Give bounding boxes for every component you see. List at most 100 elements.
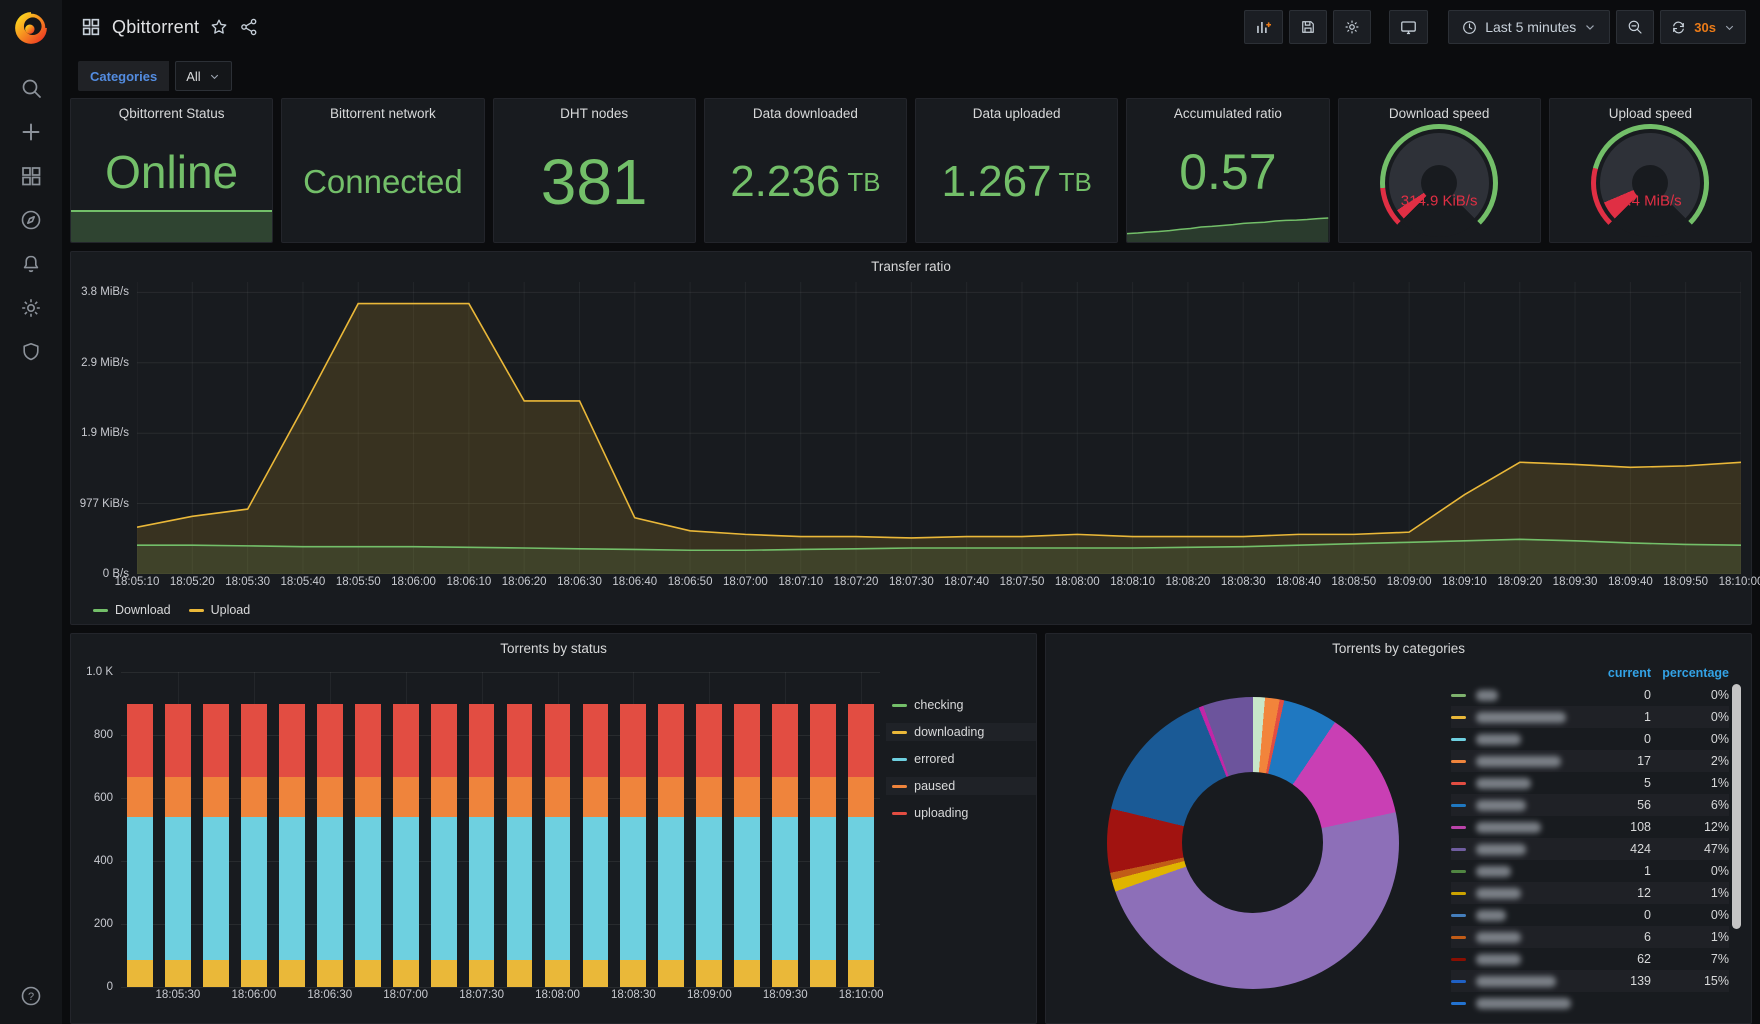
bar-segment-downloading (354, 960, 381, 987)
bar-segment-paused (848, 776, 874, 817)
category-row[interactable]: 1 0% (1451, 860, 1729, 882)
bar-segment-errored (430, 816, 457, 961)
categories-variable-label[interactable]: Categories (78, 61, 170, 91)
save-dashboard-button[interactable] (1289, 10, 1328, 44)
uploaded-unit: TB (1058, 166, 1092, 197)
chevron-down-icon (1725, 25, 1734, 30)
legend-color-dash (188, 608, 204, 612)
dashboard-content: Qbittorrent Status Online Bittorrent net… (62, 98, 1760, 1024)
column-current[interactable]: current (1581, 666, 1651, 680)
panel-title[interactable]: DHT nodes (494, 99, 695, 121)
x-tick-label: 18:07:30 (888, 576, 934, 588)
panel-title[interactable]: Bittorrent network (282, 99, 483, 121)
bar-segment-downloading (165, 960, 191, 987)
y-tick-label: 1.0 K (86, 666, 113, 678)
zoom-out-time-button[interactable] (1616, 10, 1655, 44)
panel-torrents-by-categories: Torrents by categories current percentag… (1045, 633, 1752, 1024)
category-row[interactable]: 108 12% (1451, 816, 1729, 838)
category-row[interactable]: 424 47% (1451, 838, 1729, 860)
search-icon[interactable] (19, 76, 43, 100)
category-label-redacted (1476, 843, 1526, 855)
create-add-icon[interactable] (19, 120, 43, 144)
refresh-interval-label[interactable]: 30s (1694, 20, 1716, 35)
bar-slot (728, 672, 766, 987)
refresh-button[interactable]: 30s (1660, 10, 1746, 44)
sidebar: ? (0, 0, 62, 1024)
legend-color-dash (892, 784, 908, 788)
bar-segment-errored (202, 816, 229, 961)
bar-slot (273, 672, 311, 987)
bar-segment-errored (127, 816, 153, 961)
x-tick-label: 18:07:00 (383, 989, 429, 1001)
legend-label: Upload (210, 603, 251, 617)
legend-item-download[interactable]: Download (93, 603, 171, 617)
x-tick-label: 18:09:00 (1386, 576, 1432, 588)
legend-item-uploading[interactable]: uploading (886, 804, 1036, 822)
time-range-picker[interactable]: Last 5 minutes (1448, 10, 1611, 44)
category-row[interactable]: 12 1% (1451, 882, 1729, 904)
dashboard-settings-button[interactable] (1333, 10, 1372, 44)
panel-title[interactable]: Qbittorrent Status (71, 99, 272, 121)
star-favorite-icon[interactable] (209, 17, 229, 37)
category-row[interactable]: 5 1% (1451, 772, 1729, 794)
bar-segment-errored (506, 816, 533, 961)
category-row[interactable]: 139 15% (1451, 970, 1729, 992)
explore-compass-icon[interactable] (19, 208, 43, 232)
bar-segment-downloading (772, 960, 799, 987)
legend-item-paused[interactable]: paused (886, 777, 1037, 795)
add-panel-button[interactable] (1244, 10, 1284, 44)
help-icon[interactable]: ? (19, 984, 43, 1008)
category-row[interactable]: 62 7% (1451, 948, 1729, 970)
category-percentage-value: 1% (1710, 886, 1729, 900)
panel-title[interactable]: Torrents by status (71, 634, 1036, 656)
bar-segment-downloading (506, 960, 533, 987)
category-row[interactable]: 0 0% (1451, 684, 1729, 706)
panel-title[interactable]: Torrents by categories (1046, 634, 1751, 656)
dashboards-icon[interactable] (19, 164, 43, 188)
legend-item-checking[interactable]: checking (886, 696, 1036, 714)
legend-item-upload[interactable]: Upload (188, 603, 251, 617)
bar-segment-uploading (127, 703, 153, 777)
legend-item-downloading[interactable]: downloading (886, 723, 1037, 741)
dashboard-grid-icon[interactable] (80, 16, 102, 38)
category-row[interactable]: 0 0% (1451, 728, 1729, 750)
category-row[interactable]: 0 0% (1451, 904, 1729, 926)
cycle-view-mode-button[interactable] (1389, 10, 1429, 44)
panel-title[interactable]: Transfer ratio (71, 252, 1751, 274)
category-row[interactable]: 17 2% (1451, 750, 1729, 772)
bar-segment-downloading (544, 960, 571, 987)
bar-segment-downloading (658, 960, 685, 987)
category-row[interactable]: 1 0% (1451, 706, 1729, 728)
legend-item-errored[interactable]: errored (886, 750, 1036, 768)
bar-segment-errored (544, 816, 571, 961)
column-percentage[interactable]: percentage (1651, 666, 1729, 680)
bar-segment-errored (810, 816, 837, 961)
panel-title[interactable]: Data downloaded (705, 99, 906, 121)
configuration-gear-icon[interactable] (19, 296, 43, 320)
share-icon[interactable] (239, 17, 259, 37)
bar-segment-downloading (202, 960, 229, 987)
panel-title[interactable]: Download speed (1339, 99, 1540, 121)
category-row[interactable]: 6 1% (1451, 926, 1729, 948)
x-tick-label: 18:09:10 (1442, 576, 1487, 588)
bar-segment-uploading (734, 703, 761, 777)
category-percentage-value: 0% (1710, 732, 1729, 746)
category-row[interactable] (1451, 992, 1729, 1014)
panel-title[interactable]: Upload speed (1550, 99, 1751, 121)
bar-segment-downloading (392, 960, 419, 987)
bar-slot (766, 672, 804, 987)
y-tick-label: 200 (93, 918, 113, 930)
panel-title[interactable]: Accumulated ratio (1127, 99, 1328, 121)
scrollbar-thumb[interactable] (1732, 684, 1741, 930)
bar-segment-downloading (696, 960, 723, 987)
category-current-value: 0 (1644, 908, 1651, 922)
server-admin-shield-icon[interactable] (19, 340, 43, 364)
grafana-logo-icon[interactable] (11, 8, 51, 48)
categories-variable-value[interactable]: All (175, 61, 232, 91)
bar-segment-errored (354, 816, 381, 961)
category-row[interactable]: 56 6% (1451, 794, 1729, 816)
panel-title[interactable]: Data uploaded (916, 99, 1117, 121)
bar-segment-paused (734, 776, 761, 817)
alerting-bell-icon[interactable] (19, 252, 43, 276)
category-current-value: 0 (1644, 688, 1651, 702)
